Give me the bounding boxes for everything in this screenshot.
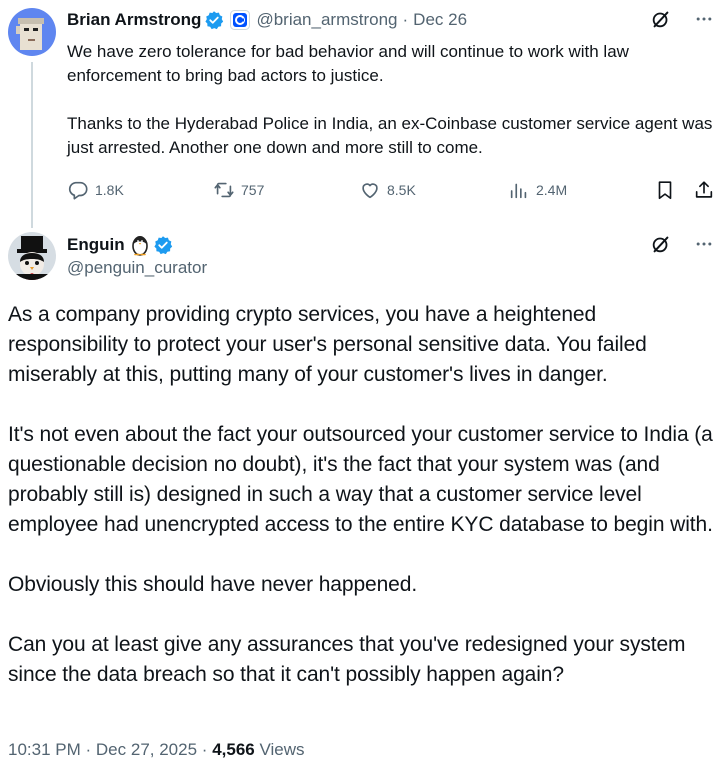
enguin-avatar[interactable] bbox=[8, 232, 56, 280]
brian-armstrong-avatar[interactable] bbox=[8, 8, 56, 56]
reply-views-count: 4,566 bbox=[212, 740, 255, 759]
like-count: 8.5K bbox=[387, 182, 416, 198]
grok-icon[interactable] bbox=[650, 8, 672, 35]
author-name[interactable]: Brian Armstrong bbox=[67, 10, 201, 30]
separator-dot: · bbox=[201, 740, 208, 759]
reply-time[interactable]: 10:31 PM bbox=[8, 740, 81, 759]
separator-dot: · bbox=[402, 10, 409, 29]
reply-date[interactable]: Dec 27, 2025 bbox=[96, 740, 197, 759]
grok-icon[interactable] bbox=[650, 233, 672, 260]
tweet-date[interactable]: Dec 26 bbox=[413, 10, 467, 30]
repost-count: 757 bbox=[241, 182, 265, 198]
reply-top-icons bbox=[650, 233, 714, 260]
repost-button[interactable]: 757 bbox=[213, 178, 264, 202]
coinbase-badge-icon[interactable] bbox=[230, 10, 251, 30]
reply-views-label: Views bbox=[259, 740, 305, 759]
reply-author-handle[interactable]: @penguin_curator bbox=[67, 258, 207, 278]
reply-paragraph: As a company providing crypto services, … bbox=[8, 303, 647, 386]
like-icon bbox=[359, 179, 381, 201]
parent-tweet[interactable]: Brian Armstrong @brian_armstrong · Dec 2… bbox=[0, 0, 728, 230]
author-handle[interactable]: @brian_armstrong bbox=[256, 10, 397, 30]
reply-author-name[interactable]: Enguin bbox=[67, 235, 125, 255]
views-count: 2.4M bbox=[536, 182, 568, 198]
reply-count: 1.8K bbox=[95, 182, 124, 198]
views-icon bbox=[508, 179, 530, 201]
verified-badge-icon[interactable] bbox=[153, 235, 173, 255]
parent-top-icons bbox=[650, 8, 714, 35]
reply-tweet-text: As a company providing crypto services, … bbox=[8, 300, 720, 690]
parent-tweet-text: We have zero tolerance for bad behavior … bbox=[67, 40, 717, 160]
reply-paragraph: Can you at least give any assurances tha… bbox=[8, 633, 686, 686]
share-icon bbox=[693, 179, 715, 201]
more-icon[interactable] bbox=[694, 9, 714, 34]
reply-paragraph: Obviously this should have never happene… bbox=[8, 573, 418, 596]
reply-metadata: 10:31 PM · Dec 27, 2025 · 4,566 Views bbox=[8, 740, 305, 760]
reply-header: Enguin bbox=[67, 233, 173, 257]
parent-paragraph: Thanks to the Hyderabad Police in India,… bbox=[67, 114, 713, 157]
reply-paragraph: It's not even about the fact your outsou… bbox=[8, 423, 713, 536]
more-icon[interactable] bbox=[694, 234, 714, 259]
parent-tweet-header: Brian Armstrong @brian_armstrong · Dec 2… bbox=[67, 8, 467, 32]
separator-dot: · bbox=[85, 740, 92, 759]
verified-badge-icon[interactable] bbox=[204, 10, 224, 30]
penguin-emoji-icon bbox=[130, 234, 150, 256]
parent-paragraph: We have zero tolerance for bad behavior … bbox=[67, 42, 629, 85]
parent-action-bar: 1.8K 757 8.5K 2.4M bbox=[67, 178, 717, 202]
reply-button[interactable]: 1.8K bbox=[67, 178, 124, 202]
reply-icon bbox=[67, 179, 89, 201]
share-button[interactable] bbox=[693, 178, 715, 202]
repost-icon bbox=[213, 179, 235, 201]
like-button[interactable]: 8.5K bbox=[359, 178, 416, 202]
bookmark-icon bbox=[654, 179, 676, 201]
views-button[interactable]: 2.4M bbox=[508, 178, 567, 202]
bookmark-button[interactable] bbox=[654, 178, 676, 202]
